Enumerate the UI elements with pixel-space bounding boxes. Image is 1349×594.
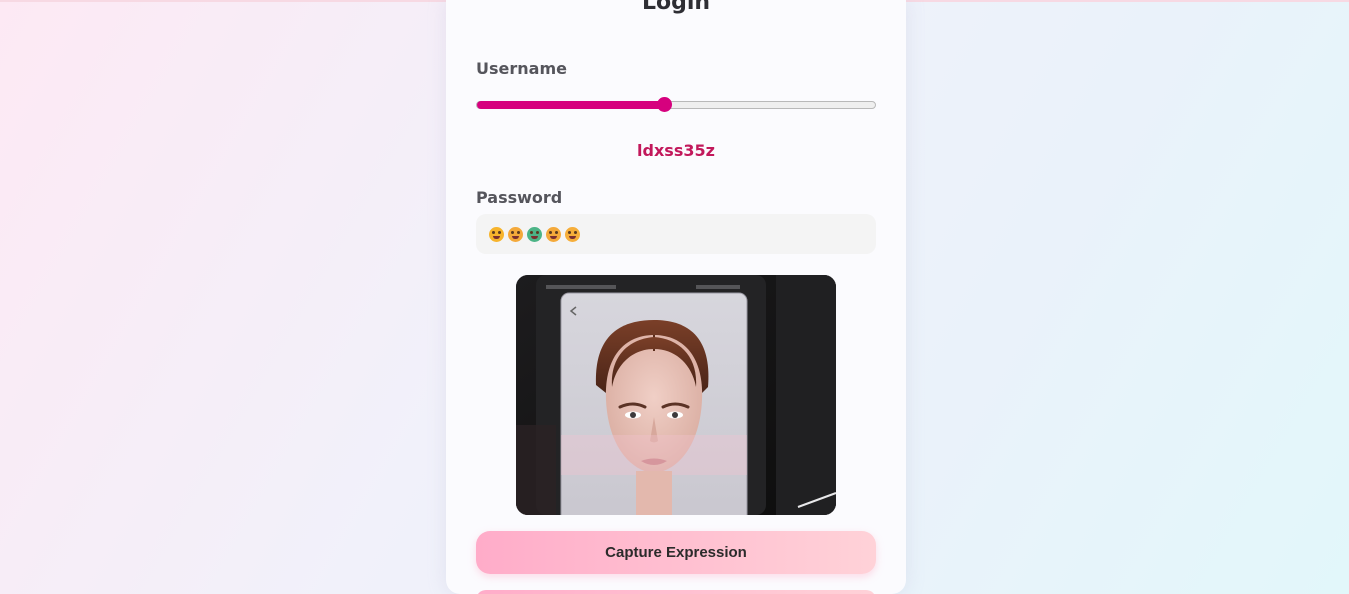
grin-tongue-emoji [489,226,504,242]
grimace-emoji [508,226,523,242]
username-label: Username [476,59,567,78]
username-slider-thumb[interactable] [656,97,672,112]
capture-expression-button[interactable]: Capture Expression [476,531,876,574]
login-card: Login Username ldxss35z Password Capture… [446,0,906,594]
secondary-button[interactable] [476,590,876,594]
password-field[interactable] [476,214,876,254]
page-title: Login [641,0,711,15]
nauseated-emoji [527,226,542,242]
camera-feed-image [516,275,836,515]
password-label: Password [476,188,563,207]
worried-emoji [546,226,561,242]
username-value: ldxss35z [637,141,715,160]
username-slider[interactable] [476,101,876,109]
username-slider-fill [477,101,665,109]
camera-preview [516,275,836,515]
smile-emoji [565,226,580,242]
